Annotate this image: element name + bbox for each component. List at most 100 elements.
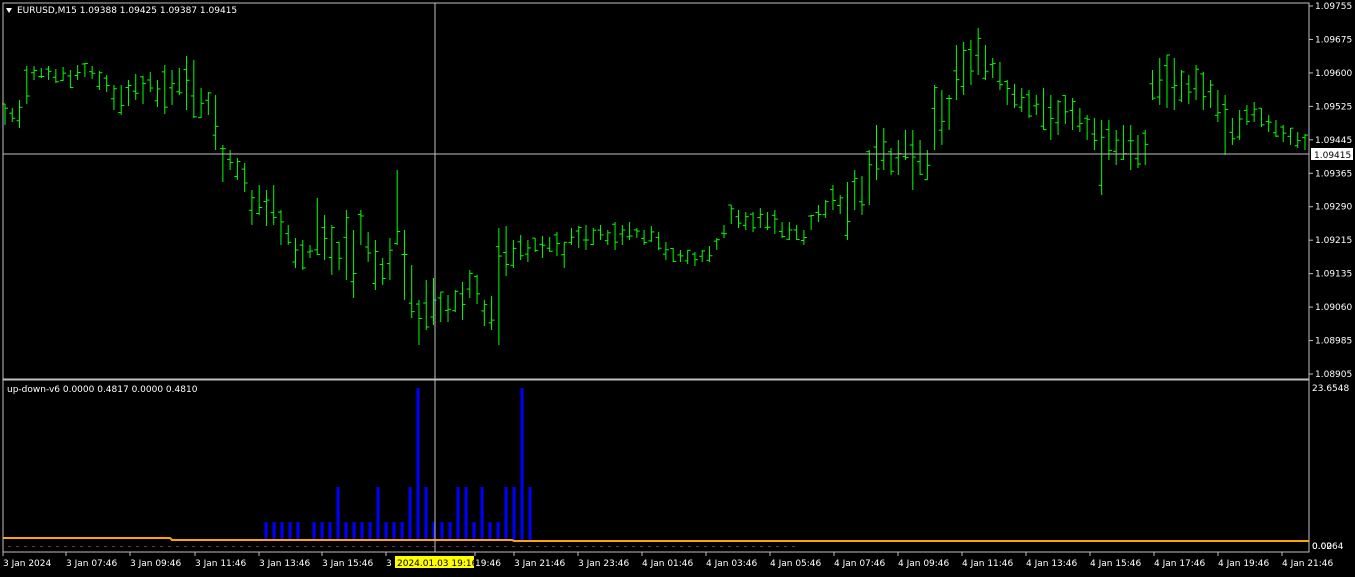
time-tick-label: 3 Jan 11:46 bbox=[195, 559, 247, 569]
indicator-dash bbox=[144, 546, 147, 547]
indicator-dash bbox=[440, 546, 443, 547]
indicator-bar bbox=[392, 522, 396, 540]
indicator-dash bbox=[664, 546, 667, 547]
indicator-axis-bottom-zero: 0.00 bbox=[1312, 542, 1332, 552]
indicator-dash bbox=[520, 546, 523, 547]
indicator-dash bbox=[376, 546, 379, 547]
indicator-dash bbox=[648, 546, 651, 547]
time-tick-label: 4 Jan 01:46 bbox=[642, 559, 694, 569]
indicator-bar bbox=[480, 487, 484, 540]
indicator-bar bbox=[296, 522, 300, 540]
current-price-label: 1.09415 bbox=[1314, 151, 1351, 161]
price-tick-label: 1.09365 bbox=[1315, 169, 1352, 179]
indicator-bar bbox=[400, 522, 404, 540]
indicator-axis-top: 23.6548 bbox=[1312, 384, 1349, 394]
indicator-dash bbox=[16, 546, 19, 547]
indicator-dash bbox=[624, 546, 627, 547]
time-tick-label: 4 Jan 15:46 bbox=[1090, 559, 1142, 569]
indicator-dash bbox=[584, 546, 587, 547]
time-tick-label: 4 Jan 19:46 bbox=[1218, 559, 1270, 569]
price-tick-label: 1.09445 bbox=[1315, 136, 1352, 146]
indicator-dash bbox=[232, 546, 235, 547]
indicator-dash bbox=[184, 546, 187, 547]
indicator-bar bbox=[376, 487, 380, 540]
mt4-chart-window[interactable]: 1.09755 1.09675 1.09600 1.09525 1.09445 1.093… bbox=[0, 0, 1355, 574]
indicator-dash bbox=[408, 546, 411, 547]
indicator-dash bbox=[128, 546, 131, 547]
indicator-dash bbox=[136, 546, 139, 547]
chart-canvas[interactable]: 1.09755 1.09675 1.09600 1.09525 1.09445 1.093… bbox=[0, 0, 1355, 574]
indicator-bar bbox=[344, 522, 348, 540]
indicator-dash bbox=[40, 546, 43, 547]
indicator-dash bbox=[24, 546, 27, 547]
indicator-dash bbox=[424, 546, 427, 547]
indicator-bar bbox=[320, 522, 324, 540]
indicator-dash bbox=[472, 546, 475, 547]
indicator-dash bbox=[352, 546, 355, 547]
indicator-dash bbox=[744, 546, 747, 547]
indicator-dash bbox=[256, 546, 259, 547]
indicator-dash bbox=[712, 546, 715, 547]
indicator-dash bbox=[760, 546, 763, 547]
indicator-dash bbox=[736, 546, 739, 547]
indicator-dash bbox=[288, 546, 291, 547]
indicator-bar bbox=[272, 522, 276, 540]
indicator-bar bbox=[520, 388, 524, 540]
indicator-dash bbox=[672, 546, 675, 547]
indicator-dash bbox=[56, 546, 59, 547]
indicator-dash bbox=[656, 546, 659, 547]
time-tick-label: 3 Jan 13:46 bbox=[259, 559, 311, 569]
time-tick-label: 3 Jan 2024 bbox=[3, 559, 51, 569]
crosshair-time-label: 2024.01.03 19:16 bbox=[397, 559, 478, 569]
indicator-dash bbox=[544, 546, 547, 547]
indicator-dash bbox=[216, 546, 219, 547]
symbol-info: EURUSD,M15 1.09388 1.09425 1.09387 1.094… bbox=[17, 6, 237, 16]
indicator-bar bbox=[472, 522, 476, 540]
price-tick-label: 1.09525 bbox=[1315, 102, 1352, 112]
indicator-dash bbox=[104, 546, 107, 547]
indicator-bar bbox=[360, 522, 364, 540]
time-tick-label: 4 Jan 09:46 bbox=[898, 559, 950, 569]
indicator-dash bbox=[272, 546, 275, 547]
indicator-dash bbox=[368, 546, 371, 547]
indicator-dash bbox=[600, 546, 603, 547]
indicator-dash bbox=[480, 546, 483, 547]
indicator-dash bbox=[344, 546, 347, 547]
indicator-dash bbox=[88, 546, 91, 547]
indicator-bar bbox=[280, 522, 284, 540]
indicator-bar bbox=[512, 487, 516, 540]
indicator-dash bbox=[792, 546, 795, 547]
indicator-bar bbox=[352, 522, 356, 540]
indicator-dash bbox=[728, 546, 731, 547]
indicator-dash bbox=[32, 546, 35, 547]
indicator-dash bbox=[640, 546, 643, 547]
indicator-dash bbox=[176, 546, 179, 547]
indicator-bar bbox=[384, 522, 388, 540]
indicator-dash bbox=[616, 546, 619, 547]
indicator-dash bbox=[248, 546, 251, 547]
chart-background bbox=[0, 0, 1355, 574]
indicator-dash bbox=[328, 546, 331, 547]
indicator-dash bbox=[64, 546, 67, 547]
indicator-bar bbox=[496, 522, 500, 540]
indicator-dash bbox=[776, 546, 779, 547]
time-tick-label: 3 Jan 15:46 bbox=[322, 559, 374, 569]
indicator-dash bbox=[416, 546, 419, 547]
time-tick-label: 4 Jan 21:46 bbox=[1282, 559, 1334, 569]
indicator-dash bbox=[312, 546, 315, 547]
indicator-dash bbox=[320, 546, 323, 547]
indicator-dash bbox=[632, 546, 635, 547]
time-tick-label: 4 Jan 05:46 bbox=[770, 559, 822, 569]
indicator-dash bbox=[304, 546, 307, 547]
indicator-dash bbox=[360, 546, 363, 547]
indicator-bar bbox=[288, 522, 292, 540]
indicator-dash bbox=[504, 546, 507, 547]
indicator-bar bbox=[456, 487, 460, 540]
indicator-dash bbox=[168, 546, 171, 547]
indicator-dash bbox=[576, 546, 579, 547]
indicator-bar bbox=[312, 522, 316, 540]
indicator-dash bbox=[680, 546, 683, 547]
indicator-dash bbox=[112, 546, 115, 547]
indicator-dash bbox=[400, 546, 403, 547]
price-tick-label: 1.08905 bbox=[1315, 370, 1352, 380]
